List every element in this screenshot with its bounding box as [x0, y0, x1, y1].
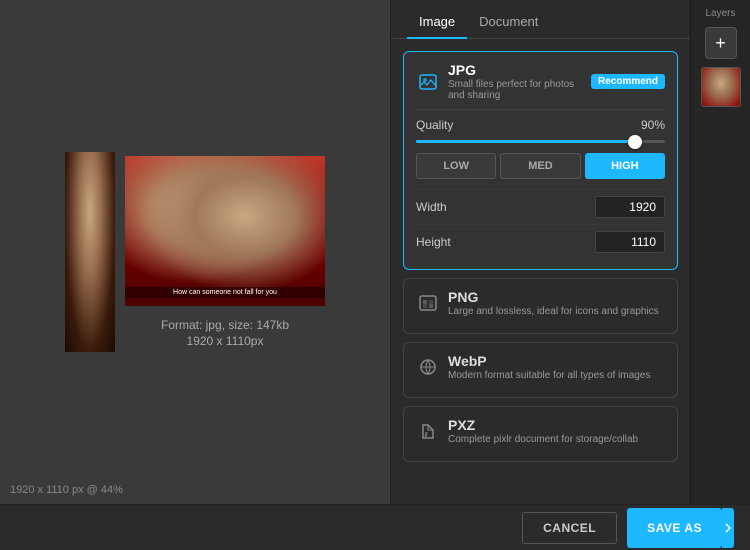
format-card-webp[interactable]: WebP Modern format suitable for all type…	[403, 342, 678, 398]
webp-icon	[416, 355, 440, 379]
pxz-desc: Complete pixlr document for storage/coll…	[448, 434, 665, 445]
app-container: How can someone not fall for you Format:…	[0, 0, 750, 504]
pxz-icon	[416, 419, 440, 443]
pxz-name: PXZ	[448, 417, 665, 433]
tab-image[interactable]: Image	[407, 6, 467, 39]
layer-thumbnail[interactable]	[701, 67, 741, 107]
layers-panel: Layers +	[690, 0, 750, 504]
quality-slider-container[interactable]	[416, 140, 665, 143]
cancel-button[interactable]: CANCEL	[522, 512, 617, 544]
png-icon	[416, 291, 440, 315]
export-tabs: Image Document	[391, 0, 690, 39]
webp-header: WebP Modern format suitable for all type…	[416, 353, 665, 381]
webp-name: WebP	[448, 353, 665, 369]
height-label: Height	[416, 235, 451, 249]
dimensions-info-line: 1920 x 1110px	[161, 334, 289, 348]
tab-document[interactable]: Document	[467, 6, 550, 39]
add-layer-button[interactable]: +	[705, 27, 737, 59]
width-row: Width	[416, 189, 665, 224]
quality-slider-thumb[interactable]	[628, 135, 642, 149]
format-card-png[interactable]: PNG Large and lossless, ideal for icons …	[403, 278, 678, 334]
png-desc: Large and lossless, ideal for icons and …	[448, 306, 665, 317]
pxz-header: PXZ Complete pixlr document for storage/…	[416, 417, 665, 445]
jpg-desc: Small files perfect for photos and shari…	[448, 79, 583, 101]
width-input[interactable]	[595, 196, 665, 218]
webp-desc: Modern format suitable for all types of …	[448, 370, 665, 381]
height-input[interactable]	[595, 231, 665, 253]
quality-buttons: LOW MED HIGH	[416, 153, 665, 179]
image-info: Format: jpg, size: 147kb 1920 x 1110px	[161, 318, 289, 348]
jpg-icon	[416, 70, 440, 94]
quality-label: Quality	[416, 118, 453, 132]
save-dropdown-button[interactable]	[722, 508, 734, 548]
quality-value: 90%	[641, 118, 665, 132]
format-card-pxz[interactable]: PXZ Complete pixlr document for storage/…	[403, 406, 678, 462]
format-panel: JPG Small files perfect for photos and s…	[391, 39, 690, 504]
movie-caption: How can someone not fall for you	[125, 287, 325, 298]
quality-btn-med[interactable]: MED	[500, 153, 580, 179]
png-header: PNG Large and lossless, ideal for icons …	[416, 289, 665, 317]
height-row: Height	[416, 224, 665, 259]
layers-title: Layers	[705, 8, 735, 19]
canvas-status: 1920 x 1110 px @ 44%	[10, 484, 123, 496]
export-panel: Image Document JPG Small f	[390, 0, 690, 504]
jpg-header: JPG Small files perfect for photos and s…	[416, 62, 665, 101]
width-label: Width	[416, 200, 447, 214]
main-image-preview: How can someone not fall for you	[125, 156, 325, 306]
bottom-bar: CANCEL SAVE AS	[0, 504, 750, 550]
canvas-area: How can someone not fall for you Format:…	[0, 0, 390, 504]
quality-section: Quality 90% LOW MED HIGH	[416, 109, 665, 259]
format-card-jpg[interactable]: JPG Small files perfect for photos and s…	[403, 51, 678, 270]
save-wrapper: SAVE AS	[627, 508, 734, 548]
quality-slider[interactable]	[416, 140, 665, 143]
quality-btn-low[interactable]: LOW	[416, 153, 496, 179]
jpg-name: JPG	[448, 62, 583, 78]
png-name: PNG	[448, 289, 665, 305]
canvas-preview: How can someone not fall for you Format:…	[65, 152, 325, 352]
format-info-line: Format: jpg, size: 147kb	[161, 318, 289, 332]
side-image	[65, 152, 115, 352]
quality-btn-high[interactable]: HIGH	[585, 153, 665, 179]
save-as-button[interactable]: SAVE AS	[627, 508, 722, 548]
quality-slider-fill	[416, 140, 640, 143]
recommend-badge: Recommend	[591, 74, 665, 89]
